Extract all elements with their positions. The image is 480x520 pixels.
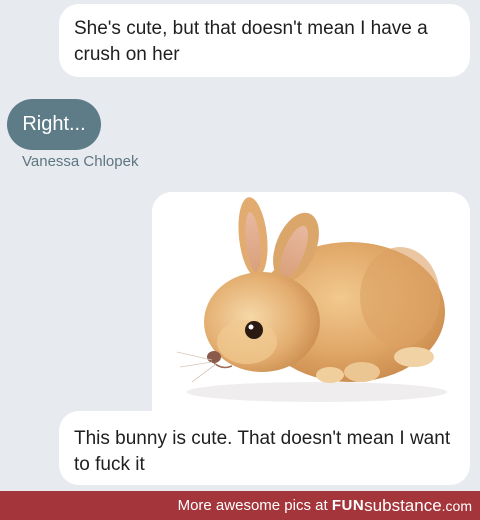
sender-name: Vanessa Chlopek xyxy=(22,153,139,170)
bunny-illustration xyxy=(152,192,470,411)
watermark-brand-substance: substance xyxy=(364,495,442,515)
message-text: Right... xyxy=(22,113,86,135)
message-text: This bunny is cute. That doesn't mean I … xyxy=(74,428,451,475)
watermark-prefix: More awesome pics at xyxy=(177,497,332,514)
watermark-brand-com: .com xyxy=(441,497,472,514)
outgoing-message-bubble: This bunny is cute. That doesn't mean I … xyxy=(59,411,470,485)
bunny-photo[interactable] xyxy=(152,192,470,411)
watermark-bar: More awesome pics at FUN substance .com xyxy=(0,491,480,520)
message-text: She's cute, but that doesn't mean I have… xyxy=(74,18,428,65)
watermark-brand-fun: FUN xyxy=(331,497,365,514)
incoming-message-bubble: Right... xyxy=(7,99,101,150)
outgoing-message-bubble: She's cute, but that doesn't mean I have… xyxy=(59,4,470,77)
